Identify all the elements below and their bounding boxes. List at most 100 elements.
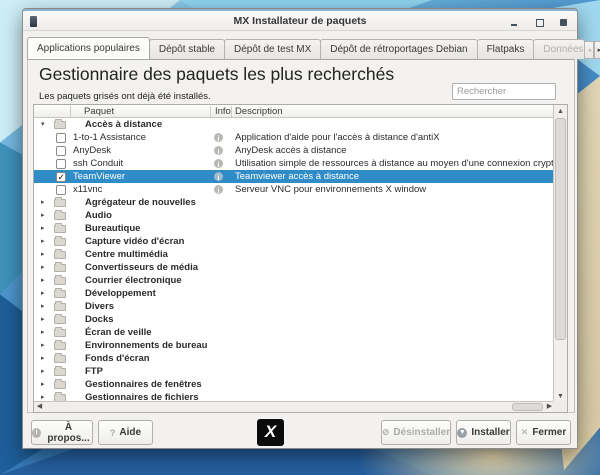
help-button[interactable]: ? Aide: [98, 420, 153, 445]
vertical-scrollbar[interactable]: ▲ ▼: [553, 105, 567, 403]
close-button[interactable]: [559, 18, 568, 27]
category-row[interactable]: Convertisseurs de média: [34, 261, 555, 274]
scrollbar-corner: [553, 401, 567, 412]
info-icon[interactable]: i: [214, 159, 223, 168]
category-label: Audio: [85, 209, 112, 222]
package-row[interactable]: AnyDesk i AnyDesk accès à distance: [34, 144, 555, 157]
category-row[interactable]: Docks: [34, 313, 555, 326]
column-divider: [70, 106, 71, 117]
scroll-up-icon[interactable]: ▲: [554, 105, 567, 118]
category-row[interactable]: Accès à distance: [34, 118, 555, 131]
close-window-button[interactable]: ✕ Fermer: [516, 420, 571, 445]
expander-arrow-icon[interactable]: [41, 209, 49, 222]
package-checkbox[interactable]: [56, 172, 66, 182]
package-row[interactable]: x11vnc i Serveur VNC pour environnements…: [34, 183, 555, 196]
tab-label: Applications populaires: [37, 43, 140, 54]
package-description: AnyDesk accès à distance: [235, 144, 555, 157]
tab[interactable]: Flatpaks: [477, 39, 535, 59]
tab[interactable]: Dépôt de test MX: [224, 39, 321, 59]
expander-arrow-icon[interactable]: [41, 222, 49, 235]
tab-scroll-right-button[interactable]: ▸: [594, 41, 600, 59]
expander-arrow-icon[interactable]: [41, 365, 49, 378]
category-row[interactable]: Centre multimédia: [34, 248, 555, 261]
about-button-label: À propos...: [45, 422, 92, 444]
expander-arrow-icon[interactable]: [41, 313, 49, 326]
scroll-left-icon[interactable]: ◀: [34, 402, 45, 413]
expander-arrow-icon[interactable]: [41, 235, 49, 248]
expander-arrow-icon[interactable]: [41, 326, 49, 339]
tab[interactable]: Dépôt stable: [149, 39, 225, 59]
maximize-button[interactable]: [535, 18, 544, 27]
package-name: ssh Conduit: [73, 157, 123, 170]
cancel-circle-icon: ⊘: [382, 427, 390, 438]
tab[interactable]: Dépôt de rétroportages Debian: [320, 39, 477, 59]
close-window-button-label: Fermer: [532, 427, 566, 438]
about-button[interactable]: i À propos...: [31, 420, 93, 445]
package-row[interactable]: 1-to-1 Assistance i Application d'aide p…: [34, 131, 555, 144]
category-row[interactable]: Capture vidéo d'écran: [34, 235, 555, 248]
package-row[interactable]: ssh Conduit i Utilisation simple de ress…: [34, 157, 555, 170]
package-name: x11vnc: [73, 183, 102, 196]
folder-icon: [54, 329, 66, 337]
title-bar[interactable]: MX Installateur de paquets: [23, 9, 577, 31]
package-checkbox[interactable]: [56, 146, 66, 156]
expander-arrow-icon[interactable]: [41, 352, 49, 365]
tab-scroll-left-button[interactable]: ◂: [584, 41, 594, 59]
category-row[interactable]: Gestionnaires de fenêtres: [34, 378, 555, 391]
tab-bar: Applications populaires Dépôt stable Dép…: [27, 37, 573, 59]
category-row[interactable]: Fonds d'écran: [34, 352, 555, 365]
category-label: Docks: [85, 313, 114, 326]
package-checkbox[interactable]: [56, 159, 66, 169]
question-icon: ?: [110, 428, 116, 438]
category-label: Divers: [85, 300, 114, 313]
folder-icon: [54, 342, 66, 350]
category-row[interactable]: Bureautique: [34, 222, 555, 235]
category-row[interactable]: Divers: [34, 300, 555, 313]
category-row[interactable]: Environnements de bureau: [34, 339, 555, 352]
category-row[interactable]: FTP: [34, 365, 555, 378]
category-row[interactable]: Écran de veille: [34, 326, 555, 339]
info-icon[interactable]: i: [214, 172, 223, 181]
package-checkbox[interactable]: [56, 185, 66, 195]
tab[interactable]: Applications populaires: [27, 37, 150, 59]
expander-arrow-icon[interactable]: [41, 118, 49, 131]
minimize-button[interactable]: [510, 18, 519, 27]
category-row[interactable]: Courrier électronique: [34, 274, 555, 287]
tab-label: Dépôt de test MX: [234, 44, 311, 55]
category-row[interactable]: Agrégateur de nouvelles: [34, 196, 555, 209]
install-button[interactable]: ▼ Installer: [456, 420, 511, 445]
install-button-label: Installer: [471, 427, 509, 438]
vertical-scrollbar-thumb[interactable]: [555, 118, 566, 340]
package-description: Application d'aide pour l'accès à distan…: [235, 131, 555, 144]
info-icon[interactable]: i: [214, 146, 223, 155]
category-label: Gestionnaires de fenêtres: [85, 378, 202, 391]
expander-arrow-icon[interactable]: [41, 378, 49, 391]
category-label: Fonds d'écran: [85, 352, 150, 365]
tab[interactable]: Données: [533, 39, 585, 59]
expander-arrow-icon[interactable]: [41, 300, 49, 313]
search-input[interactable]: [452, 83, 556, 100]
expander-arrow-icon[interactable]: [41, 274, 49, 287]
package-row[interactable]: TeamViewer i Teamviewer accès à distance: [34, 170, 555, 183]
info-icon[interactable]: i: [214, 133, 223, 142]
expander-arrow-icon[interactable]: [41, 339, 49, 352]
horizontal-scrollbar-thumb[interactable]: [512, 403, 543, 411]
info-icon[interactable]: i: [214, 185, 223, 194]
category-label: Environnements de bureau: [85, 339, 207, 352]
column-header-paquet[interactable]: Paquet: [84, 105, 204, 118]
help-button-label: Aide: [119, 427, 141, 438]
package-checkbox[interactable]: [56, 133, 66, 143]
uninstall-button[interactable]: ⊘ Désinstaller: [381, 420, 451, 445]
folder-icon: [54, 355, 66, 363]
category-row[interactable]: Audio: [34, 209, 555, 222]
category-row[interactable]: Développement: [34, 287, 555, 300]
column-header-description[interactable]: Description: [235, 105, 535, 118]
expander-arrow-icon[interactable]: [41, 287, 49, 300]
expander-arrow-icon[interactable]: [41, 196, 49, 209]
package-name: 1-to-1 Assistance: [73, 131, 146, 144]
table-header[interactable]: Paquet Info Description: [34, 105, 555, 118]
expander-arrow-icon[interactable]: [41, 248, 49, 261]
expander-arrow-icon[interactable]: [41, 261, 49, 274]
horizontal-scrollbar[interactable]: ◀ ▶: [34, 401, 555, 412]
folder-icon: [54, 121, 66, 129]
